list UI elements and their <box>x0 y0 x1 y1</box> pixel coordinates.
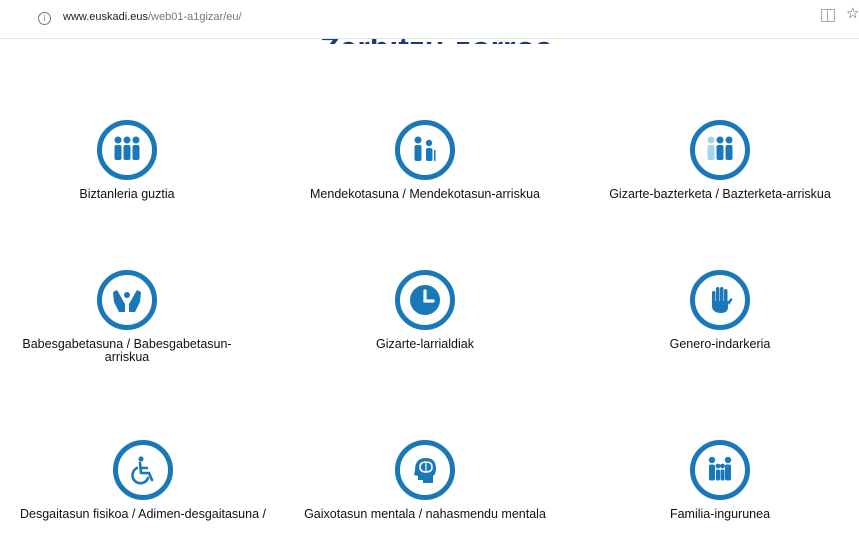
service-mendekotasuna[interactable]: Mendekotasuna / Mendekotasun-arriskua <box>285 120 565 201</box>
protecting-hands-icon <box>97 270 157 330</box>
people-group-icon <box>97 120 157 180</box>
url-domain: www.euskadi.eus <box>63 11 148 23</box>
service-label: Mendekotasuna / Mendekotasun-arriskua <box>310 187 540 201</box>
service-gizarte-bazterketa[interactable]: Gizarte-bazterketa / Bazterketa-arriskua <box>580 120 859 201</box>
service-familia-ingurunea[interactable]: Familia-ingurunea <box>580 440 859 521</box>
service-label: Genero-indarkeria <box>669 337 771 351</box>
elderly-care-icon <box>395 120 455 180</box>
url-path: /web01-a1gizar/eu/ <box>148 11 242 23</box>
service-babesgabetasuna[interactable]: Babesgabetasuna / Babesgabetasun-arrisku… <box>0 270 267 364</box>
service-label: Gizarte-larrialdiak <box>376 337 474 351</box>
service-biztanleria-guztia[interactable]: Biztanleria guztia <box>0 120 267 201</box>
service-gizarte-larrialdiak[interactable]: Gizarte-larrialdiak <box>285 270 565 351</box>
head-brain-icon <box>395 440 455 500</box>
family-icon <box>690 440 750 500</box>
url-text[interactable]: www.euskadi.eus/web01-a1gizar/eu/ <box>63 11 242 23</box>
reader-view-icon[interactable] <box>821 9 835 22</box>
service-gaixotasun-mentala[interactable]: Gaixotasun mentala / nahasmendu mentala <box>285 440 565 521</box>
service-label: Gizarte-bazterketa / Bazterketa-arriskua <box>609 187 831 201</box>
service-label: Gaixotasun mentala / nahasmendu mentala <box>304 507 546 521</box>
service-label: Desgaitasun fisikoa / Adimen-desgaitasun… <box>20 507 266 521</box>
service-label: Familia-ingurunea <box>669 507 771 521</box>
bookmark-star-icon[interactable]: ☆ <box>846 4 859 22</box>
info-icon[interactable]: i <box>38 12 51 25</box>
clock-icon <box>395 270 455 330</box>
browser-address-bar: i www.euskadi.eus/web01-a1gizar/eu/ ☆ <box>0 0 859 39</box>
stop-hand-icon <box>690 270 750 330</box>
excluded-person-icon <box>690 120 750 180</box>
url-field[interactable]: i www.euskadi.eus/web01-a1gizar/eu/ <box>8 4 848 32</box>
service-desgaitasuna[interactable]: Desgaitasun fisikoa / Adimen-desgaitasun… <box>3 440 283 521</box>
service-label: Biztanleria guztia <box>79 187 175 201</box>
wheelchair-icon <box>113 440 173 500</box>
service-genero-indarkeria[interactable]: Genero-indarkeria <box>580 270 859 351</box>
service-label: Babesgabetasuna / Babesgabetasun-arrisku… <box>22 337 232 364</box>
